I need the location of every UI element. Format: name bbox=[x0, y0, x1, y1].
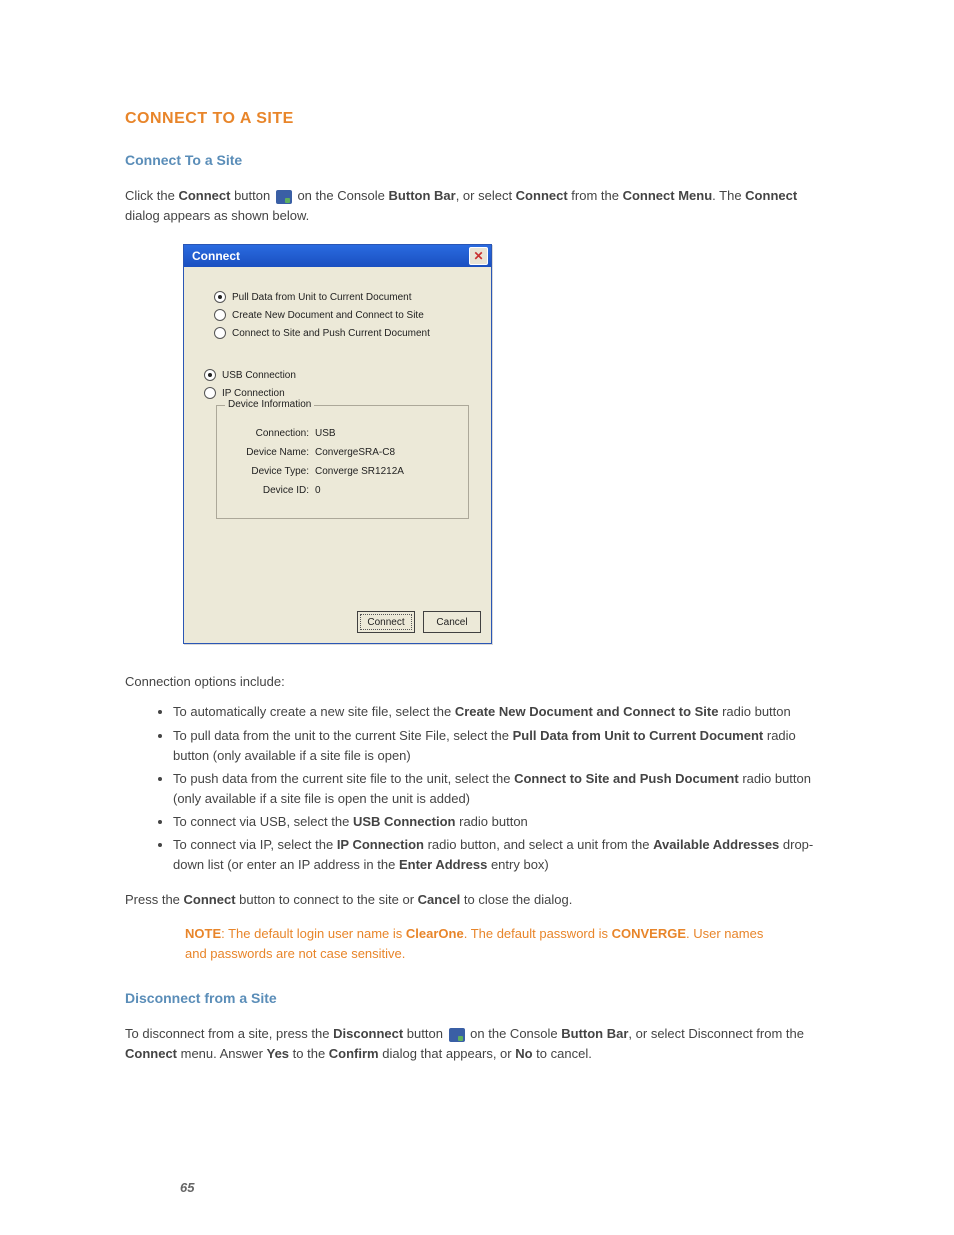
dialog-title: Connect bbox=[192, 249, 240, 263]
page-heading: CONNECT TO A SITE bbox=[125, 110, 829, 128]
info-device-name: Device Name: ConvergeSRA-C8 bbox=[227, 447, 458, 458]
device-information-group: Device Information Connection: USB Devic… bbox=[216, 405, 469, 519]
radio-icon bbox=[214, 291, 226, 303]
list-item: To connect via IP, select the IP Connect… bbox=[173, 835, 829, 875]
radio-usb-connection[interactable]: USB Connection bbox=[204, 369, 475, 381]
disconnect-icon bbox=[449, 1028, 465, 1042]
connect-icon bbox=[276, 190, 292, 204]
info-device-id: Device ID: 0 bbox=[227, 485, 458, 496]
options-list: To automatically create a new site file,… bbox=[125, 702, 829, 875]
fieldset-legend: Device Information bbox=[225, 399, 314, 410]
dialog-titlebar: Connect ✕ bbox=[184, 245, 491, 267]
list-item: To push data from the current site file … bbox=[173, 769, 829, 809]
section-disconnect-heading: Disconnect from a Site bbox=[125, 990, 829, 1006]
radio-icon bbox=[204, 387, 216, 399]
radio-create-new[interactable]: Create New Document and Connect to Site bbox=[214, 309, 475, 321]
radio-pull-data[interactable]: Pull Data from Unit to Current Document bbox=[214, 291, 475, 303]
cancel-button[interactable]: Cancel bbox=[423, 611, 481, 633]
disconnect-paragraph: To disconnect from a site, press the Dis… bbox=[125, 1024, 829, 1064]
close-icon[interactable]: ✕ bbox=[469, 247, 488, 265]
note: NOTE: The default login user name is Cle… bbox=[185, 924, 829, 964]
connect-button[interactable]: Connect bbox=[357, 611, 415, 633]
list-item: To pull data from the unit to the curren… bbox=[173, 726, 829, 766]
info-device-type: Device Type: Converge SR1212A bbox=[227, 466, 458, 477]
list-item: To automatically create a new site file,… bbox=[173, 702, 829, 722]
page-number: 65 bbox=[180, 1180, 194, 1195]
press-paragraph: Press the Connect button to connect to t… bbox=[125, 890, 829, 910]
radio-icon bbox=[204, 369, 216, 381]
section-connect-heading: Connect To a Site bbox=[125, 152, 829, 168]
radio-push-data[interactable]: Connect to Site and Push Current Documen… bbox=[214, 327, 475, 339]
intro-paragraph: Click the Connect button on the Console … bbox=[125, 186, 829, 226]
radio-icon bbox=[214, 327, 226, 339]
connect-dialog: Connect ✕ Pull Data from Unit to Current… bbox=[183, 244, 492, 644]
radio-icon bbox=[214, 309, 226, 321]
options-intro: Connection options include: bbox=[125, 672, 829, 692]
list-item: To connect via USB, select the USB Conne… bbox=[173, 812, 829, 832]
info-connection: Connection: USB bbox=[227, 428, 458, 439]
radio-ip-connection[interactable]: IP Connection bbox=[204, 387, 475, 399]
